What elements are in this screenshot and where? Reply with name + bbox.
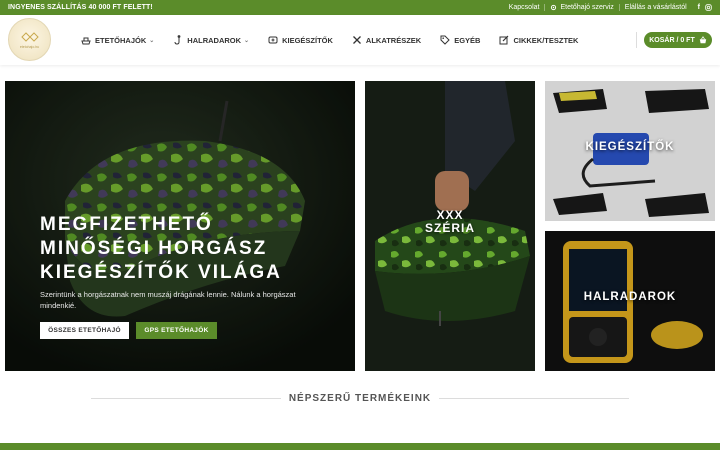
hero-title: MEGFIZETHETŐ MINŐSÉGI HORGÁSZ KIEGÉSZÍTŐ… — [40, 214, 282, 283]
instagram-icon[interactable] — [705, 4, 712, 11]
hero-banner[interactable]: MEGFIZETHETŐ MINŐSÉGI HORGÁSZ KIEGÉSZÍTŐ… — [5, 81, 355, 371]
tag-icon — [440, 35, 450, 45]
service-link[interactable]: Etetőhajó szerviz — [544, 4, 618, 11]
main-nav: ETETŐHAJÓK ⌄ HALRADAROK ⌄ KIEGÉSZÍTŐK ALKA… — [81, 15, 597, 65]
site-logo[interactable]: etetohajo.hu — [8, 18, 51, 61]
nav-item-kiegeszitok[interactable]: KIEGÉSZÍTŐK — [268, 35, 333, 45]
shipping-promo: INGYENES SZÁLLÍTÁS 40 000 FT FELETT! — [8, 4, 153, 11]
accessories-icon — [268, 36, 278, 44]
hero-subtitle: Szerintünk a horgászatnak nem muszáj drá… — [40, 290, 296, 310]
nav-item-alkatreszek[interactable]: ALKATRÉSZEK — [352, 35, 421, 45]
hook-icon — [174, 35, 181, 45]
tile-fishfinders-label: HALRADAROK — [583, 291, 677, 303]
tools-icon — [352, 36, 361, 44]
nav-item-cikkek[interactable]: CIKKEK/TESZTEK — [499, 35, 578, 45]
divider-left — [90, 398, 281, 399]
all-boats-button[interactable]: ÖSSZES ETETŐHAJÓ — [40, 322, 129, 339]
divider-right — [439, 398, 630, 399]
tile-xxx-series[interactable]: XXX SZÉRIA — [365, 81, 535, 371]
basket-icon — [699, 36, 706, 44]
tile-accessories-label: KIEGÉSZÍTŐK — [585, 141, 675, 153]
tile-accessories[interactable]: KIEGÉSZÍTŐK — [545, 81, 715, 221]
contact-link[interactable]: Kapcsolat — [504, 4, 545, 11]
nav-item-etetohajok[interactable]: ETETŐHAJÓK ⌄ — [81, 35, 154, 45]
nav-item-halradarok[interactable]: HALRADAROK ⌄ — [173, 35, 249, 45]
cart-divider — [636, 32, 637, 48]
popular-products-heading: NÉPSZERŰ TERMÉKEINK — [0, 393, 720, 404]
gear-icon — [551, 4, 557, 11]
top-links: Kapcsolat Etetőhajó szerviz Elállás a vá… — [504, 4, 712, 11]
chevron-down-icon: ⌄ — [244, 37, 250, 44]
edit-icon — [499, 35, 509, 45]
facebook-icon[interactable]: f — [698, 4, 700, 11]
tile-xxx-label: XXX SZÉRIA — [424, 208, 475, 235]
social-links: f — [698, 4, 712, 11]
cart-button[interactable]: KOSÁR / 0 FT — [644, 32, 712, 48]
top-bar: INGYENES SZÁLLÍTÁS 40 000 FT FELETT! Kap… — [0, 0, 720, 15]
logo-text: etetohajo.hu — [19, 44, 40, 49]
withdrawal-link[interactable]: Elállás a vásárlástól — [618, 4, 692, 11]
site-header: etetohajo.hu ETETŐHAJÓK ⌄ HALRADAROK ⌄ KIE… — [0, 15, 720, 65]
gps-boats-button[interactable]: GPS ETETŐHAJÓK — [136, 322, 217, 339]
logo-mark-icon — [20, 31, 39, 42]
tile-fishfinders[interactable]: HALRADAROK — [545, 231, 715, 371]
chevron-down-icon: ⌄ — [149, 37, 155, 44]
boat-icon — [81, 37, 91, 45]
footer-strip — [0, 443, 720, 450]
section-title: NÉPSZERŰ TERMÉKEINK — [288, 393, 432, 404]
nav-item-egyeb[interactable]: EGYÉB — [440, 35, 480, 45]
